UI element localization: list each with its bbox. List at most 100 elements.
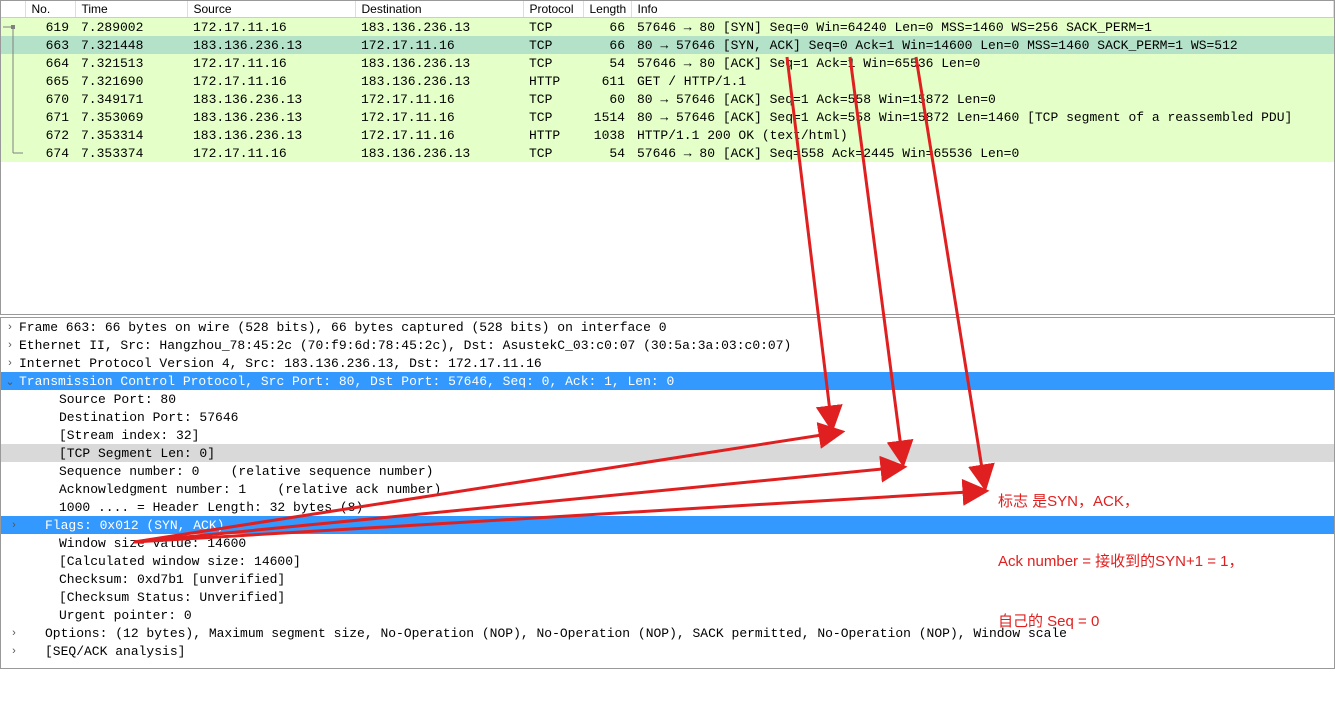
cell-protocol: HTTP [523,126,583,144]
detail-text: Checksum: 0xd7b1 [unverified] [19,572,285,587]
cell-destination: 183.136.236.13 [355,18,523,37]
cell-destination: 172.17.11.16 [355,126,523,144]
col-header-destination[interactable]: Destination [355,1,523,18]
detail-text: Source Port: 80 [19,392,176,407]
detail-text: Acknowledgment number: 1 (relative ack n… [19,482,441,497]
cell-source: 172.17.11.16 [187,144,355,162]
cell-info: 57646 → 80 [ACK] Seq=1 Ack=1 Win=65536 L… [631,54,1334,72]
packet-row[interactable]: 6637.321448183.136.236.13172.17.11.16TCP… [1,36,1334,54]
cell-source: 172.17.11.16 [187,72,355,90]
packet-row[interactable]: 6727.353314183.136.236.13172.17.11.16HTT… [1,126,1334,144]
cell-info: 57646 → 80 [SYN] Seq=0 Win=64240 Len=0 M… [631,18,1334,37]
expander-icon[interactable]: › [5,645,23,657]
conversation-glyph [1,108,25,126]
cell-time: 7.321513 [75,54,187,72]
cell-time: 7.353374 [75,144,187,162]
annotation-line-3: 自己的 Seq = 0 [998,612,1244,632]
cell-source: 183.136.236.13 [187,126,355,144]
cell-length: 60 [583,90,631,108]
detail-text: 1000 .... = Header Length: 32 bytes (8) [19,500,363,515]
cell-no: 665 [25,72,75,90]
cell-no: 674 [25,144,75,162]
col-header-source[interactable]: Source [187,1,355,18]
col-header-length[interactable]: Length [583,1,631,18]
cell-length: 611 [583,72,631,90]
expander-icon[interactable]: › [5,519,23,531]
cell-protocol: TCP [523,144,583,162]
packet-row[interactable]: 6717.353069183.136.236.13172.17.11.16TCP… [1,108,1334,126]
cell-no: 672 [25,126,75,144]
detail-top-node[interactable]: ›Internet Protocol Version 4, Src: 183.1… [1,354,1334,372]
cell-time: 7.321690 [75,72,187,90]
cell-source: 172.17.11.16 [187,54,355,72]
cell-length: 1514 [583,108,631,126]
expander-icon[interactable]: › [5,627,23,639]
cell-length: 66 [583,36,631,54]
detail-text: [SEQ/ACK analysis] [23,644,185,659]
detail-top-node[interactable]: ›Frame 663: 66 bytes on wire (528 bits),… [1,318,1334,336]
conversation-glyph [1,72,25,90]
packet-table: No. Time Source Destination Protocol Len… [1,1,1334,162]
col-header-no[interactable]: No. [25,1,75,18]
packet-row[interactable]: 6707.349171183.136.236.13172.17.11.16TCP… [1,90,1334,108]
cell-destination: 183.136.236.13 [355,54,523,72]
cell-length: 54 [583,144,631,162]
cell-info: GET / HTTP/1.1 [631,72,1334,90]
detail-top-node[interactable]: ›Ethernet II, Src: Hangzhou_78:45:2c (70… [1,336,1334,354]
detail-text: Internet Protocol Version 4, Src: 183.13… [19,356,542,371]
detail-text: Frame 663: 66 bytes on wire (528 bits), … [19,320,667,335]
detail-sub-node[interactable]: Destination Port: 57646 [1,408,1334,426]
col-header-time[interactable]: Time [75,1,187,18]
cell-destination: 172.17.11.16 [355,90,523,108]
detail-text: Transmission Control Protocol, Src Port:… [19,374,1326,389]
cell-time: 7.353069 [75,108,187,126]
annotation-text: 标志 是SYN，ACK， Ack number = 接收到的SYN+1 = 1，… [998,452,1244,652]
cell-protocol: TCP [523,18,583,37]
packet-table-header-row[interactable]: No. Time Source Destination Protocol Len… [1,1,1334,18]
cell-length: 66 [583,18,631,37]
expander-icon[interactable]: ⌄ [1,375,19,388]
detail-text: [Checksum Status: Unverified] [19,590,285,605]
packet-list-pane[interactable]: No. Time Source Destination Protocol Len… [0,0,1335,315]
conversation-glyph [1,126,25,144]
detail-text: Destination Port: 57646 [19,410,238,425]
conversation-glyph [1,18,25,37]
cell-time: 7.321448 [75,36,187,54]
cell-source: 183.136.236.13 [187,36,355,54]
packet-row[interactable]: 6747.353374172.17.11.16183.136.236.13TCP… [1,144,1334,162]
cell-no: 664 [25,54,75,72]
conversation-glyph [1,36,25,54]
annotation-line-1: 标志 是SYN，ACK， [998,492,1244,512]
cell-destination: 172.17.11.16 [355,36,523,54]
detail-text: [Calculated window size: 14600] [19,554,301,569]
cell-protocol: TCP [523,108,583,126]
detail-sub-node[interactable]: [Stream index: 32] [1,426,1334,444]
packet-row[interactable]: 6647.321513172.17.11.16183.136.236.13TCP… [1,54,1334,72]
col-header-gutter[interactable] [1,1,25,18]
cell-destination: 183.136.236.13 [355,72,523,90]
cell-no: 671 [25,108,75,126]
detail-text: Sequence number: 0 (relative sequence nu… [19,464,433,479]
conversation-glyph [1,90,25,108]
expander-icon[interactable]: › [1,339,19,351]
cell-time: 7.289002 [75,18,187,37]
expander-icon[interactable]: › [1,357,19,369]
cell-protocol: TCP [523,36,583,54]
col-header-info[interactable]: Info [631,1,1334,18]
packet-row[interactable]: 6197.289002172.17.11.16183.136.236.13TCP… [1,18,1334,37]
annotation-line-2: Ack number = 接收到的SYN+1 = 1， [998,552,1244,572]
expander-icon[interactable]: › [1,321,19,333]
cell-info: 80 → 57646 [SYN, ACK] Seq=0 Ack=1 Win=14… [631,36,1334,54]
cell-destination: 172.17.11.16 [355,108,523,126]
cell-source: 172.17.11.16 [187,18,355,37]
packet-row[interactable]: 6657.321690172.17.11.16183.136.236.13HTT… [1,72,1334,90]
detail-text: Ethernet II, Src: Hangzhou_78:45:2c (70:… [19,338,791,353]
detail-text: Window size value: 14600 [19,536,246,551]
detail-top-node[interactable]: ⌄Transmission Control Protocol, Src Port… [1,372,1334,390]
cell-no: 619 [25,18,75,37]
cell-time: 7.353314 [75,126,187,144]
cell-no: 670 [25,90,75,108]
cell-protocol: HTTP [523,72,583,90]
detail-sub-node[interactable]: Source Port: 80 [1,390,1334,408]
col-header-protocol[interactable]: Protocol [523,1,583,18]
